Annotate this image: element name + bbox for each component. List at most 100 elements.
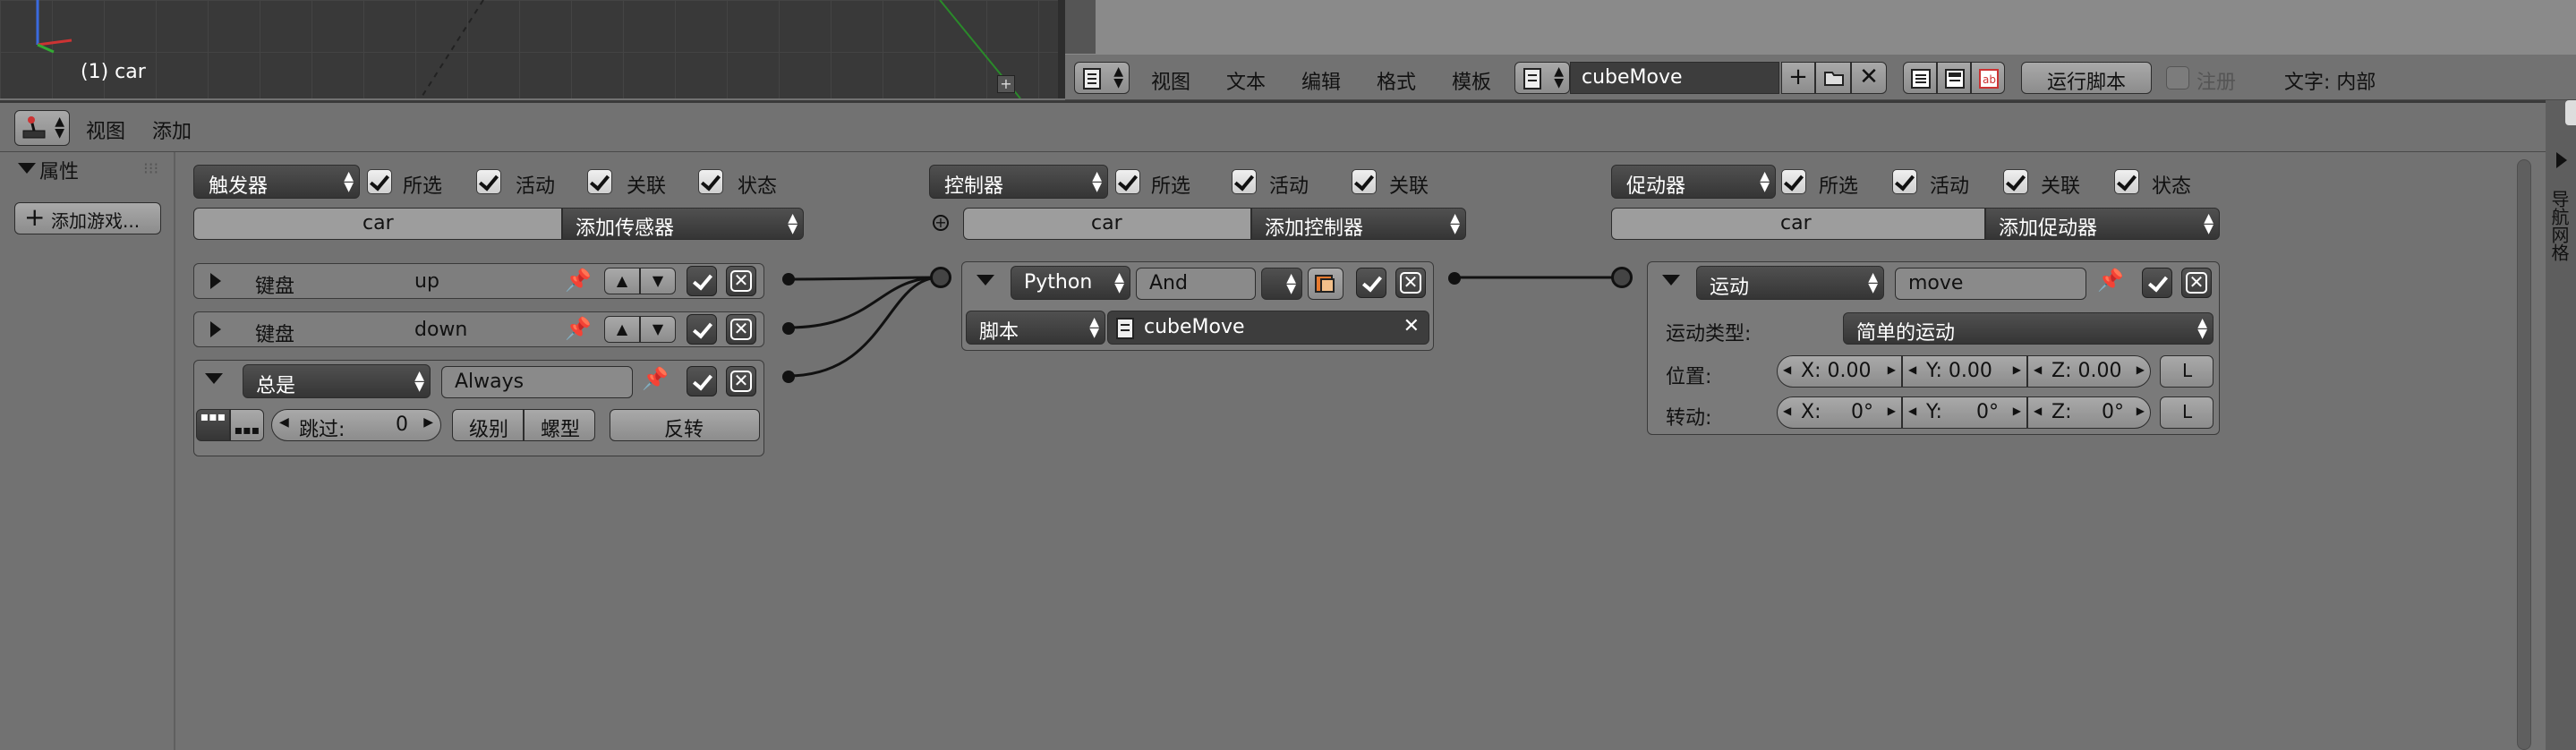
collapse-triangle-icon[interactable] xyxy=(977,275,994,286)
skip-number-field[interactable]: ◀ 跳过: 0 ▶ xyxy=(271,409,441,441)
vertical-scrollbar[interactable] xyxy=(2517,159,2531,750)
increment-arrow-icon[interactable]: ▶ xyxy=(2013,405,2021,417)
increment-arrow-icon[interactable]: ▶ xyxy=(2013,363,2021,376)
sensor-output-socket[interactable] xyxy=(782,322,795,335)
controllers-object-label[interactable]: car xyxy=(963,208,1251,240)
actuators-active-checkbox[interactable] xyxy=(1892,169,1917,194)
remove-sensor-button[interactable]: ✕ xyxy=(726,314,756,345)
controllers-link-checkbox[interactable] xyxy=(1352,169,1377,194)
sidebar-toggle-handle[interactable] xyxy=(2565,100,2576,125)
controller-output-socket[interactable] xyxy=(1448,272,1461,285)
move-up-button[interactable]: ▲ xyxy=(604,268,640,294)
decrement-arrow-icon[interactable]: ◀ xyxy=(1908,363,1916,376)
increment-arrow-icon[interactable]: ▶ xyxy=(1888,363,1896,376)
expand-triangle-icon[interactable] xyxy=(210,273,221,289)
sensor-active-checkbox[interactable] xyxy=(687,314,717,345)
decrement-arrow-icon[interactable]: ◀ xyxy=(1783,363,1791,376)
actuator-type-dropdown[interactable]: 运动 ▲ ▼ xyxy=(1696,266,1884,300)
rotation-z-value: 0° xyxy=(2102,401,2124,423)
location-y-field[interactable]: ◀ Y: 0.00 ▶ xyxy=(1902,355,2027,388)
actuator-input-socket[interactable] xyxy=(1611,267,1633,288)
controller-active-checkbox[interactable] xyxy=(1356,268,1386,298)
sensor-brick-keyboard-up[interactable]: 键盘 up 📌 ▲ ▼ ✕ xyxy=(193,263,764,299)
location-x-field[interactable]: ◀ X: 0.00 ▶ xyxy=(1777,355,1902,388)
rotation-local-toggle[interactable]: L xyxy=(2160,396,2213,429)
collapse-triangle-icon[interactable] xyxy=(1662,275,1680,286)
pin-icon[interactable]: 📌 xyxy=(642,366,669,391)
sensor-type-dropdown[interactable]: 总是 ▲ ▼ xyxy=(243,364,431,398)
state-dropdown[interactable]: ▲ ▼ xyxy=(1261,268,1302,300)
sensor-name-field[interactable]: Always xyxy=(441,366,633,398)
decrement-arrow-icon[interactable]: ◀ xyxy=(1783,405,1791,417)
increment-arrow-icon[interactable]: ▶ xyxy=(2137,405,2145,417)
pulse-true-button[interactable]: ▪▪▪ xyxy=(196,409,230,441)
actuators-link-checkbox[interactable] xyxy=(2003,169,2028,194)
pulse-false-button[interactable]: ▪▪▪ xyxy=(230,409,264,441)
add-state-icon[interactable]: + xyxy=(933,215,949,231)
sensor-active-checkbox[interactable] xyxy=(687,266,717,296)
actuators-selected-checkbox[interactable] xyxy=(1781,169,1806,194)
actuators-menu-dropdown[interactable]: 促动器 ▲ ▼ xyxy=(1611,165,1776,199)
priority-toggle-icon[interactable] xyxy=(1308,268,1343,300)
python-mode-dropdown[interactable]: 脚本 ▲ ▼ xyxy=(966,311,1105,345)
actuator-name-field[interactable]: move xyxy=(1895,268,2086,300)
rotation-z-field[interactable]: ◀ Z: 0° ▶ xyxy=(2027,396,2151,429)
increment-arrow-icon[interactable]: ▶ xyxy=(2137,363,2145,376)
controllers-selected-checkbox[interactable] xyxy=(1115,169,1140,194)
increment-arrow-icon[interactable]: ▶ xyxy=(1888,405,1896,417)
actuators-object-name: car xyxy=(1780,212,1812,234)
move-down-button[interactable]: ▼ xyxy=(640,316,676,343)
remove-actuator-button[interactable]: ✕ xyxy=(2181,268,2212,298)
location-z-field[interactable]: ◀ Z: 0.00 ▶ xyxy=(2027,355,2151,388)
level-button[interactable]: 级别 xyxy=(452,409,524,441)
controller-type-dropdown[interactable]: Python ▲ ▼ xyxy=(1011,266,1130,300)
sensors-active-checkbox[interactable] xyxy=(476,169,501,194)
sensors-link-checkbox[interactable] xyxy=(587,169,612,194)
sensor-output-socket[interactable] xyxy=(782,273,795,286)
sensors-object-label[interactable]: car xyxy=(193,208,562,240)
navmesh-sidebar-tab[interactable]: 导航网格 xyxy=(2546,100,2576,750)
actuator-active-checkbox[interactable] xyxy=(2142,268,2172,298)
pin-icon[interactable]: 📌 xyxy=(2097,268,2124,293)
decrement-arrow-icon[interactable]: ◀ xyxy=(2034,405,2042,417)
controller-input-socket[interactable] xyxy=(930,267,951,288)
sensors-selected-checkbox[interactable] xyxy=(367,169,392,194)
motion-type-dropdown[interactable]: 简单的运动 ▲ ▼ xyxy=(1843,312,2213,345)
script-name-text: cubeMove xyxy=(1144,316,1245,338)
rotation-x-field[interactable]: ◀ X: 0° ▶ xyxy=(1777,396,1902,429)
expand-triangle-icon[interactable] xyxy=(2556,152,2567,168)
sensors-menu-dropdown[interactable]: 触发器 ▲ ▼ xyxy=(193,165,360,199)
decrement-arrow-icon[interactable]: ◀ xyxy=(1908,405,1916,417)
add-actuator-dropdown[interactable]: 添加促动器 ▲ ▼ xyxy=(1985,208,2220,240)
sensor-output-socket[interactable] xyxy=(782,371,795,383)
add-sensor-dropdown[interactable]: 添加传感器 ▲ ▼ xyxy=(562,208,804,240)
sensor-brick-keyboard-down[interactable]: 键盘 down 📌 ▲ ▼ ✕ xyxy=(193,311,764,347)
tap-button[interactable]: 螺型 xyxy=(524,409,595,441)
move-up-button[interactable]: ▲ xyxy=(604,316,640,343)
move-down-button[interactable]: ▼ xyxy=(640,268,676,294)
rotation-y-field[interactable]: ◀ Y: 0° ▶ xyxy=(1902,396,2027,429)
location-local-toggle[interactable]: L xyxy=(2160,355,2213,388)
increment-arrow-icon[interactable]: ▶ xyxy=(423,415,433,430)
pin-icon[interactable]: 📌 xyxy=(565,316,592,341)
decrement-arrow-icon[interactable]: ◀ xyxy=(279,415,289,430)
clear-field-icon[interactable]: ✕ xyxy=(1403,315,1420,337)
add-controller-dropdown[interactable]: 添加控制器 ▲ ▼ xyxy=(1251,208,1466,240)
sensor-active-checkbox[interactable] xyxy=(687,366,717,396)
controllers-menu-dropdown[interactable]: 控制器 ▲ ▼ xyxy=(929,165,1108,199)
actuators-object-label[interactable]: car xyxy=(1611,208,1985,240)
actuator-brick-motion: 运动 ▲ ▼ move 📌 ✕ 运动类型: 简单的运动 ▲ ▼ 位置: ◀ X: 0… xyxy=(1647,261,2220,435)
decrement-arrow-icon[interactable]: ◀ xyxy=(2034,363,2042,376)
remove-controller-button[interactable]: ✕ xyxy=(1395,268,1426,298)
remove-sensor-button[interactable]: ✕ xyxy=(726,366,756,396)
controllers-active-checkbox[interactable] xyxy=(1232,169,1257,194)
invert-button[interactable]: 反转 xyxy=(610,409,760,441)
actuators-state-checkbox[interactable] xyxy=(2114,169,2139,194)
sensors-state-checkbox[interactable] xyxy=(698,169,723,194)
script-field[interactable]: cubeMove ✕ xyxy=(1107,311,1429,345)
controller-name-field[interactable]: And xyxy=(1136,268,1256,300)
remove-sensor-button[interactable]: ✕ xyxy=(726,266,756,296)
collapse-triangle-icon[interactable] xyxy=(205,373,223,384)
pin-icon[interactable]: 📌 xyxy=(565,268,592,293)
expand-triangle-icon[interactable] xyxy=(210,321,221,337)
